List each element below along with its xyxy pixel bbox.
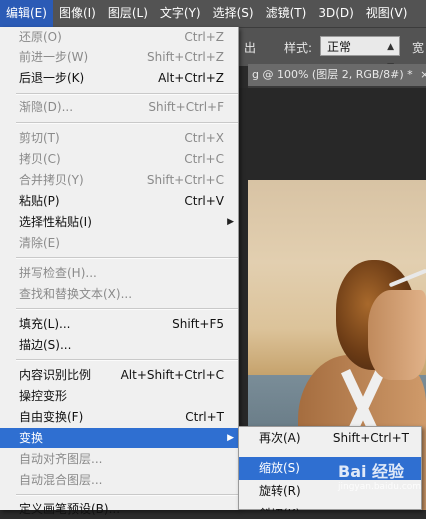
menu-item-shortcut: Ctrl+C xyxy=(184,152,224,166)
edit-menu: 还原(O) Ctrl+Z 前进一步(W) Shift+Ctrl+Z 后退一步(K… xyxy=(0,27,239,516)
menu-item-content-aware-scale[interactable]: 内容识别比例 Alt+Shift+Ctrl+C xyxy=(0,365,238,385)
menu-item-label: 剪切(T) xyxy=(19,131,60,145)
menu-separator xyxy=(16,308,238,310)
menu-filter[interactable]: 滤镜(T) xyxy=(260,0,313,27)
options-partial-label: 出 xyxy=(244,41,257,55)
menu-item-step-forward[interactable]: 前进一步(W) Shift+Ctrl+Z xyxy=(0,47,238,67)
menu-item-shortcut: Ctrl+X xyxy=(184,131,224,145)
menu-item-label: 自动混合图层... xyxy=(19,473,103,487)
menu-item-find-replace[interactable]: 查找和替换文本(X)... xyxy=(0,284,238,304)
menu-item-paste-special[interactable]: 选择性粘贴(I) ▶ xyxy=(0,212,238,232)
submenu-item-shortcut: Shift+Ctrl+T xyxy=(332,431,409,445)
menu-type[interactable]: 文字(Y) xyxy=(154,0,207,27)
submenu-item-label: 旋转(R) xyxy=(259,484,301,498)
menu-item-label: 自动对齐图层... xyxy=(19,452,103,466)
menu-item-label: 粘贴(P) xyxy=(19,194,60,208)
style-label: 样式: xyxy=(284,41,313,55)
menu-item-copy[interactable]: 拷贝(C) Ctrl+C xyxy=(0,149,238,169)
menu-separator xyxy=(16,257,238,259)
menu-item-label: 合并拷贝(Y) xyxy=(19,173,84,187)
watermark-text: Bai 经验 xyxy=(338,462,405,481)
menu-item-undo[interactable]: 还原(O) Ctrl+Z xyxy=(0,27,238,47)
menu-image[interactable]: 图像(I) xyxy=(53,0,102,27)
menu-item-puppet-warp[interactable]: 操控变形 xyxy=(0,386,238,406)
menu-select[interactable]: 选择(S) xyxy=(207,0,260,27)
menu-item-label: 后退一步(K) xyxy=(19,71,85,85)
menu-edit[interactable]: 编辑(E) xyxy=(0,0,53,27)
menu-item-stroke[interactable]: 描边(S)... xyxy=(0,335,238,355)
width-label: 宽 xyxy=(412,41,425,55)
menu-item-label: 还原(O) xyxy=(19,30,62,44)
menu-3d[interactable]: 3D(D) xyxy=(312,0,359,27)
menu-item-free-transform[interactable]: 自由变换(F) Ctrl+T xyxy=(0,407,238,427)
submenu-item-label: 再次(A) xyxy=(259,431,301,445)
menu-separator xyxy=(16,359,238,361)
baidu-watermark: Bai 经验 jingyan.baidu.com xyxy=(338,458,421,492)
menu-item-shortcut: Shift+Ctrl+F xyxy=(148,100,224,114)
menu-item-shortcut: Ctrl+Z xyxy=(184,30,224,44)
menu-item-shortcut: Shift+Ctrl+Z xyxy=(147,50,224,64)
menu-item-label: 内容识别比例 xyxy=(19,368,92,382)
document-tab[interactable]: g @ 100% (图层 2, RGB/8#) * × xyxy=(248,64,426,86)
menu-item-label: 定义画笔预设(B)... xyxy=(19,502,121,516)
menu-item-transform[interactable]: 变换 ▶ xyxy=(0,428,238,448)
menu-item-label: 描边(S)... xyxy=(19,338,72,352)
submenu-arrow-icon: ▶ xyxy=(227,433,234,443)
menu-item-label: 渐隐(D)... xyxy=(19,100,74,114)
menu-item-shortcut: Ctrl+V xyxy=(184,194,224,208)
menu-separator xyxy=(16,93,238,95)
menu-item-spell-check[interactable]: 拼写检查(H)... xyxy=(0,263,238,283)
document-tab-title: g @ 100% (图层 2, RGB/8#) * xyxy=(252,68,413,81)
style-select[interactable]: 正常 ▲▼ xyxy=(320,36,400,72)
menu-separator xyxy=(16,122,238,124)
submenu-arrow-icon: ▶ xyxy=(227,217,234,227)
menu-item-auto-blend-layers[interactable]: 自动混合图层... xyxy=(0,470,238,490)
menu-item-clear[interactable]: 清除(E) xyxy=(0,233,238,253)
menu-item-shortcut: Ctrl+T xyxy=(185,410,224,424)
menu-item-fade[interactable]: 渐隐(D)... Shift+Ctrl+F xyxy=(0,97,238,117)
submenu-item-label: 缩放(S) xyxy=(259,461,300,475)
image-face xyxy=(368,290,426,380)
menu-item-label: 选择性粘贴(I) xyxy=(19,215,92,229)
menu-item-shortcut: Shift+Ctrl+C xyxy=(146,173,224,187)
watermark-subtext: jingyan.baidu.com xyxy=(338,482,422,492)
submenu-item-again[interactable]: 再次(A) Shift+Ctrl+T xyxy=(239,427,421,450)
menu-item-label: 自由变换(F) xyxy=(19,410,84,424)
menu-item-shortcut: Shift+F5 xyxy=(172,317,224,331)
menu-item-fill[interactable]: 填充(L)... Shift+F5 xyxy=(0,314,238,334)
menu-bar: 编辑(E) 图像(I) 图层(L) 文字(Y) 选择(S) 滤镜(T) 3D(D… xyxy=(0,0,426,27)
menu-item-shortcut: Alt+Ctrl+Z xyxy=(158,71,224,85)
menu-item-step-backward[interactable]: 后退一步(K) Alt+Ctrl+Z xyxy=(0,68,238,88)
style-select-value: 正常 xyxy=(327,40,352,54)
menu-item-auto-align-layers[interactable]: 自动对齐图层... xyxy=(0,449,238,469)
menu-separator xyxy=(16,494,238,496)
menu-item-copy-merged[interactable]: 合并拷贝(Y) Shift+Ctrl+C xyxy=(0,170,238,190)
menu-item-label: 查找和替换文本(X)... xyxy=(19,287,133,301)
menu-layer[interactable]: 图层(L) xyxy=(102,0,154,27)
menu-item-label: 拷贝(C) xyxy=(19,152,61,166)
menu-item-shortcut: Alt+Shift+Ctrl+C xyxy=(120,368,224,382)
menu-item-label: 变换 xyxy=(19,431,44,445)
menu-item-define-brush[interactable]: 定义画笔预设(B)... xyxy=(0,499,238,519)
menu-item-label: 操控变形 xyxy=(19,389,68,403)
menu-item-label: 填充(L)... xyxy=(19,317,71,331)
menu-item-paste[interactable]: 粘贴(P) Ctrl+V xyxy=(0,191,238,211)
menu-item-label: 清除(E) xyxy=(19,236,60,250)
menu-item-label: 前进一步(W) xyxy=(19,50,89,64)
document-tab-close[interactable]: × xyxy=(420,68,426,81)
menu-item-cut[interactable]: 剪切(T) Ctrl+X xyxy=(0,128,238,148)
menu-item-label: 拼写检查(H)... xyxy=(19,266,97,280)
menu-view[interactable]: 视图(V) xyxy=(360,0,414,27)
